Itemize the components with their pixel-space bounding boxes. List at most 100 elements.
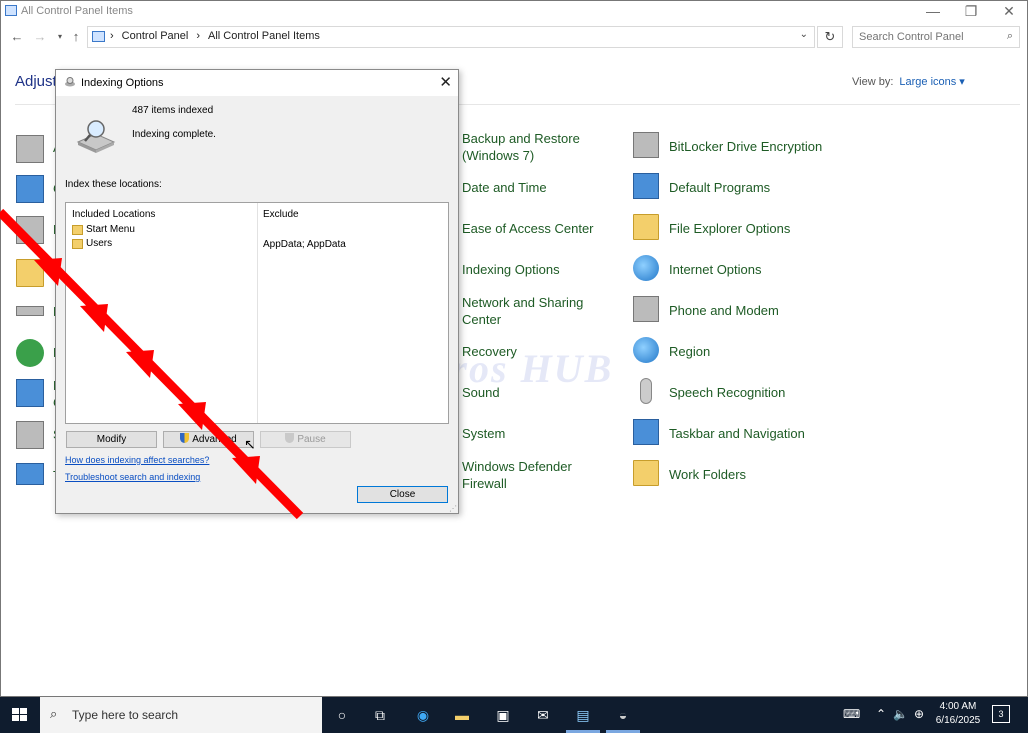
folder-icon <box>72 224 83 235</box>
network-sharing-item[interactable]: Network and Sharing Center <box>462 294 597 328</box>
taskbar: ⌕ Type here to search ○ ⧉ ◉ ▬ ▣ ✉ ▤ ◒ ⌨ … <box>0 697 1028 733</box>
phone-icon <box>633 296 659 322</box>
cortana-icon[interactable]: ○ <box>331 704 353 726</box>
breadcrumb-control-panel[interactable]: Control Panel <box>122 30 189 42</box>
bitlocker-item[interactable]: BitLocker Drive Encryption <box>633 132 822 158</box>
mail-icon[interactable]: ✉ <box>532 704 554 726</box>
folder-options-icon <box>633 214 659 240</box>
indexing-options-dialog: Indexing Options ✕ 487 items indexed Ind… <box>55 69 459 514</box>
indexing-options-icon <box>65 77 75 87</box>
location-name: Start Menu <box>86 224 135 235</box>
microphone-icon <box>640 378 652 404</box>
programs-icon[interactable] <box>16 379 44 407</box>
task-view-icon[interactable]: ⧉ <box>369 704 391 726</box>
chevron-up-icon[interactable]: ⌃ <box>876 707 886 721</box>
window-title: All Control Panel Items <box>21 5 133 17</box>
control-panel-small-icon <box>92 31 105 42</box>
chevron-down-icon[interactable]: ⌄ <box>800 29 808 40</box>
minimize-button[interactable]: — <box>913 1 953 23</box>
defender-firewall-item[interactable]: Windows Defender Firewall <box>462 458 587 492</box>
taskbar-navigation-item[interactable]: Taskbar and Navigation <box>633 419 805 445</box>
how-indexing-link[interactable]: How does indexing affect searches? <box>65 455 209 465</box>
forward-arrow-icon[interactable]: → <box>31 28 49 46</box>
system-clock[interactable]: 4:00 AM 6/16/2025 <box>930 700 986 728</box>
search-box[interactable]: ⌕ <box>852 26 1020 48</box>
taskbar-icon <box>633 419 659 445</box>
backup-restore-item[interactable]: Backup and Restore (Windows 7) <box>462 130 592 164</box>
dialog-close-icon[interactable]: ✕ <box>439 73 452 91</box>
system-item[interactable]: System <box>462 425 505 442</box>
administrative-tools-icon[interactable] <box>16 135 44 163</box>
keyboard-layout-icon[interactable]: ⌨ <box>843 707 860 721</box>
file-explorer-icon[interactable]: ▬ <box>451 704 473 726</box>
uac-shield-icon <box>285 433 295 443</box>
troubleshoot-link[interactable]: Troubleshoot search and indexing <box>65 472 200 482</box>
folder-icon <box>72 238 83 249</box>
address-bar[interactable]: › Control Panel › All Control Panel Items ⌄ <box>87 26 815 48</box>
clock-date: 6/16/2025 <box>935 715 981 726</box>
locations-list[interactable]: Included Locations Exclude Start Menu Us… <box>65 202 449 424</box>
default-programs-item[interactable]: Default Programs <box>633 173 770 199</box>
volume-icon[interactable]: 🔈 <box>893 707 908 721</box>
back-arrow-icon[interactable]: ← <box>8 28 26 46</box>
region-item[interactable]: Region <box>633 337 710 363</box>
power-options-icon[interactable] <box>16 339 44 367</box>
location-name: Users <box>86 238 113 249</box>
work-folders-item[interactable]: Work Folders <box>633 460 746 486</box>
breadcrumb-all-items[interactable]: All Control Panel Items <box>208 30 320 42</box>
indexing-magnifier-icon <box>76 120 116 153</box>
dialog-title-bar: Indexing Options ✕ <box>56 70 458 96</box>
control-panel-taskbar-icon[interactable]: ▤ <box>572 704 594 726</box>
devices-and-printers-icon[interactable] <box>16 216 44 244</box>
color-management-icon[interactable] <box>16 175 44 203</box>
advanced-button[interactable]: Advanced <box>163 431 254 448</box>
internet-options-item[interactable]: Internet Options <box>633 255 762 281</box>
view-by: View by: Large icons ▾ <box>852 75 965 88</box>
edge-browser-icon[interactable]: ◉ <box>412 704 434 726</box>
view-by-label: View by: <box>852 76 894 88</box>
dialog-body: 487 items indexed Indexing complete. Ind… <box>56 96 458 514</box>
phone-modem-item[interactable]: Phone and Modem <box>633 296 779 322</box>
modify-button[interactable]: Modify <box>66 431 157 448</box>
close-button[interactable]: ✕ <box>989 1 1028 23</box>
ease-of-access-item[interactable]: Ease of Access Center <box>462 220 594 237</box>
network-globe-icon[interactable]: ⊕ <box>914 707 924 721</box>
keyboard-icon[interactable] <box>16 306 44 316</box>
mouse-cursor-icon: ↖ <box>244 436 256 452</box>
globe-icon <box>633 255 659 281</box>
indexing-options-item[interactable]: Indexing Options <box>462 261 560 278</box>
indexing-status: Indexing complete. <box>132 129 216 140</box>
resize-grip-icon[interactable]: ⋰ <box>449 504 457 513</box>
restore-button[interactable]: ❐ <box>951 1 991 23</box>
refresh-button[interactable]: ↻ <box>817 26 843 48</box>
control-panel-icon <box>5 5 17 16</box>
microsoft-store-icon[interactable]: ▣ <box>492 704 514 726</box>
speech-recognition-item[interactable]: Speech Recognition <box>633 378 785 404</box>
work-folders-icon <box>633 460 659 486</box>
file-explorer-options-item[interactable]: File Explorer Options <box>633 214 790 240</box>
search-icon: ⌕ <box>50 706 58 721</box>
up-arrow-icon[interactable]: ↑ <box>67 28 85 46</box>
troubleshooting-icon[interactable] <box>16 463 44 485</box>
bitlocker-key-icon <box>633 132 659 158</box>
location-row[interactable]: Users <box>72 238 112 249</box>
pause-button[interactable]: Pause <box>260 431 351 448</box>
notifications-icon[interactable]: 3 <box>992 705 1010 723</box>
included-locations-header: Included Locations <box>72 209 156 220</box>
taskbar-search-box[interactable]: ⌕ Type here to search <box>40 697 322 733</box>
start-button[interactable] <box>0 697 40 733</box>
region-globe-icon <box>633 337 659 363</box>
view-by-dropdown[interactable]: Large icons ▾ <box>899 76 964 88</box>
windows-logo-icon <box>12 708 27 722</box>
location-row[interactable]: Start Menu <box>72 224 135 235</box>
folder-icon[interactable] <box>16 259 44 287</box>
date-time-item[interactable]: Date and Time <box>462 179 547 196</box>
search-icon[interactable]: ⌕ <box>1007 30 1013 43</box>
close-dialog-button[interactable]: Close <box>357 486 448 503</box>
search-input[interactable] <box>859 28 999 46</box>
storage-spaces-icon[interactable] <box>16 421 44 449</box>
indexing-options-taskbar-icon[interactable]: ◒ <box>612 704 634 726</box>
location-exclude: AppData; AppData <box>263 239 346 250</box>
uac-shield-icon <box>180 433 190 443</box>
exclude-header: Exclude <box>263 209 299 220</box>
